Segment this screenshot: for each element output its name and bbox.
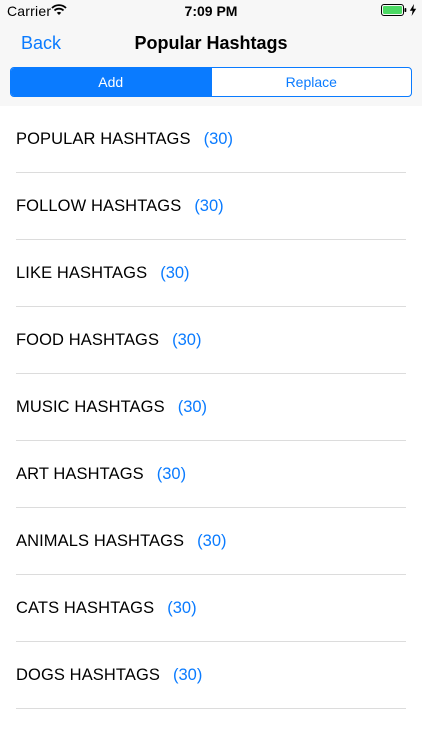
page-title: Popular Hashtags xyxy=(134,33,288,53)
navigation-bar: Back Popular Hashtags xyxy=(0,22,422,66)
list-item-count: (30) xyxy=(203,130,233,148)
list-item-label: ANIMALS HASHTAGS xyxy=(16,532,185,550)
list-item-popular[interactable]: POPULAR HASHTAGS (30) xyxy=(0,106,422,173)
list-item-count: (30) xyxy=(197,532,227,550)
segment-replace[interactable]: Replace xyxy=(210,68,412,96)
list-item-label: DOGS HASHTAGS xyxy=(16,666,161,684)
battery-icon xyxy=(381,4,407,16)
list-item-label: MUSIC HASHTAGS xyxy=(16,398,165,416)
list-item-like[interactable]: LIKE HASHTAGS (30) xyxy=(0,240,422,307)
hashtag-category-list: POPULAR HASHTAGS (30) FOLLOW HASHTAGS (3… xyxy=(0,106,422,709)
segment-add[interactable]: Add xyxy=(11,68,211,96)
list-item-label: ART HASHTAGS xyxy=(16,465,144,483)
list-item-label: FOLLOW HASHTAGS xyxy=(16,197,182,215)
list-item-count: (30) xyxy=(173,666,203,684)
status-time: 7:09 PM xyxy=(184,3,238,19)
list-item-label: CATS HASHTAGS xyxy=(16,599,155,617)
list-item-count: (30) xyxy=(177,398,208,416)
list-item-label: FOOD HASHTAGS xyxy=(16,331,160,349)
charging-bolt-icon xyxy=(409,4,417,16)
list-item-dogs[interactable]: DOGS HASHTAGS (30) xyxy=(0,642,422,709)
list-item-label: LIKE HASHTAGS xyxy=(16,264,148,282)
list-item-count: (30) xyxy=(172,331,202,349)
list-item-count: (30) xyxy=(156,465,187,483)
list-item-cats[interactable]: CATS HASHTAGS (30) xyxy=(0,575,422,642)
status-bar: Carrier 7:09 PM xyxy=(0,0,422,22)
list-item-count: (30) xyxy=(167,599,197,617)
header-area: Carrier 7:09 PM Back Popular Hashtags Ad… xyxy=(0,0,422,106)
list-item-art[interactable]: ART HASHTAGS (30) xyxy=(0,441,422,508)
list-item-count: (30) xyxy=(194,197,224,215)
list-item-label: POPULAR HASHTAGS xyxy=(16,130,191,148)
segmented-control: Add Replace xyxy=(10,67,412,97)
list-item-follow[interactable]: FOLLOW HASHTAGS (30) xyxy=(0,173,422,240)
list-item-animals[interactable]: ANIMALS HASHTAGS (30) xyxy=(0,508,422,575)
list-item-music[interactable]: MUSIC HASHTAGS (30) xyxy=(0,374,422,441)
list-item-count: (30) xyxy=(160,264,190,282)
list-item-food[interactable]: FOOD HASHTAGS (30) xyxy=(0,307,422,374)
